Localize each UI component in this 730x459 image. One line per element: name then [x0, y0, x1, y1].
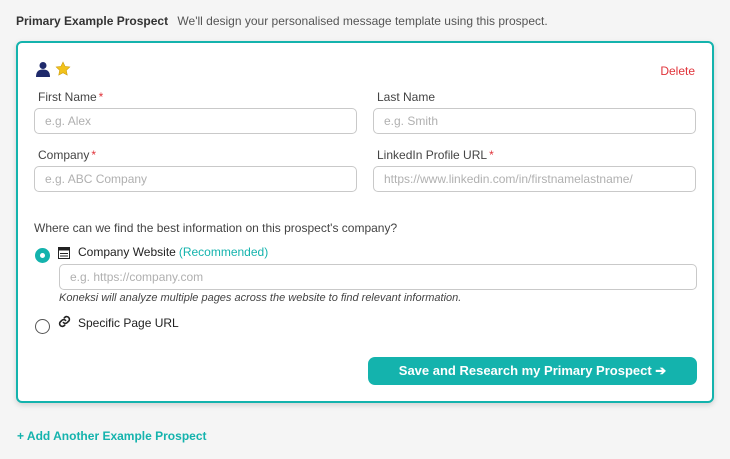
- company-website-label: Company Website: [78, 245, 176, 259]
- last-name-input[interactable]: [373, 108, 696, 134]
- user-icon: [36, 61, 50, 82]
- card-icons: [36, 61, 71, 82]
- source-question: Where can we find the best information o…: [34, 221, 398, 235]
- first-name-label-text: First Name: [38, 90, 97, 104]
- section-subtitle: We'll design your personalised message t…: [177, 14, 548, 28]
- company-website-helper: Koneksi will analyze multiple pages acro…: [59, 292, 462, 304]
- star-icon[interactable]: [55, 61, 71, 82]
- last-name-label-text: Last Name: [377, 90, 436, 104]
- link-icon: [58, 315, 71, 333]
- last-name-label: Last Name: [377, 90, 435, 104]
- section-title: Primary Example Prospect: [16, 14, 169, 28]
- company-label-text: Company: [38, 148, 90, 162]
- recommended-badge: (Recommended): [178, 245, 269, 259]
- specific-page-radio[interactable]: [35, 319, 50, 334]
- specific-page-label: Specific Page URL: [78, 316, 179, 330]
- linkedin-label-text: LinkedIn Profile URL: [377, 148, 488, 162]
- required-marker: *: [489, 148, 494, 162]
- first-name-input[interactable]: [34, 108, 357, 134]
- required-marker: *: [98, 90, 104, 104]
- linkedin-label: LinkedIn Profile URL *: [377, 148, 494, 162]
- delete-button[interactable]: Delete: [660, 64, 695, 78]
- add-another-prospect-link[interactable]: + Add Another Example Prospect: [17, 429, 207, 443]
- company-label: Company *: [38, 148, 96, 162]
- browser-window-icon: [58, 246, 70, 264]
- company-website-input[interactable]: [59, 264, 697, 290]
- required-marker: *: [91, 148, 97, 162]
- prospect-card: Delete First Name* Last Name Company* Li…: [16, 41, 714, 403]
- save-and-research-button[interactable]: Save and Research my Primary Prospect ➔: [368, 357, 697, 385]
- first-name-label: First Name *: [38, 90, 103, 104]
- company-website-option[interactable]: Company Website (Recommended): [78, 245, 268, 259]
- section-header: Primary Example Prospect We'll design yo…: [16, 14, 548, 28]
- specific-page-option[interactable]: Specific Page URL: [78, 316, 179, 330]
- company-website-radio[interactable]: [35, 248, 50, 263]
- linkedin-url-input[interactable]: [373, 166, 696, 192]
- company-input[interactable]: [34, 166, 357, 192]
